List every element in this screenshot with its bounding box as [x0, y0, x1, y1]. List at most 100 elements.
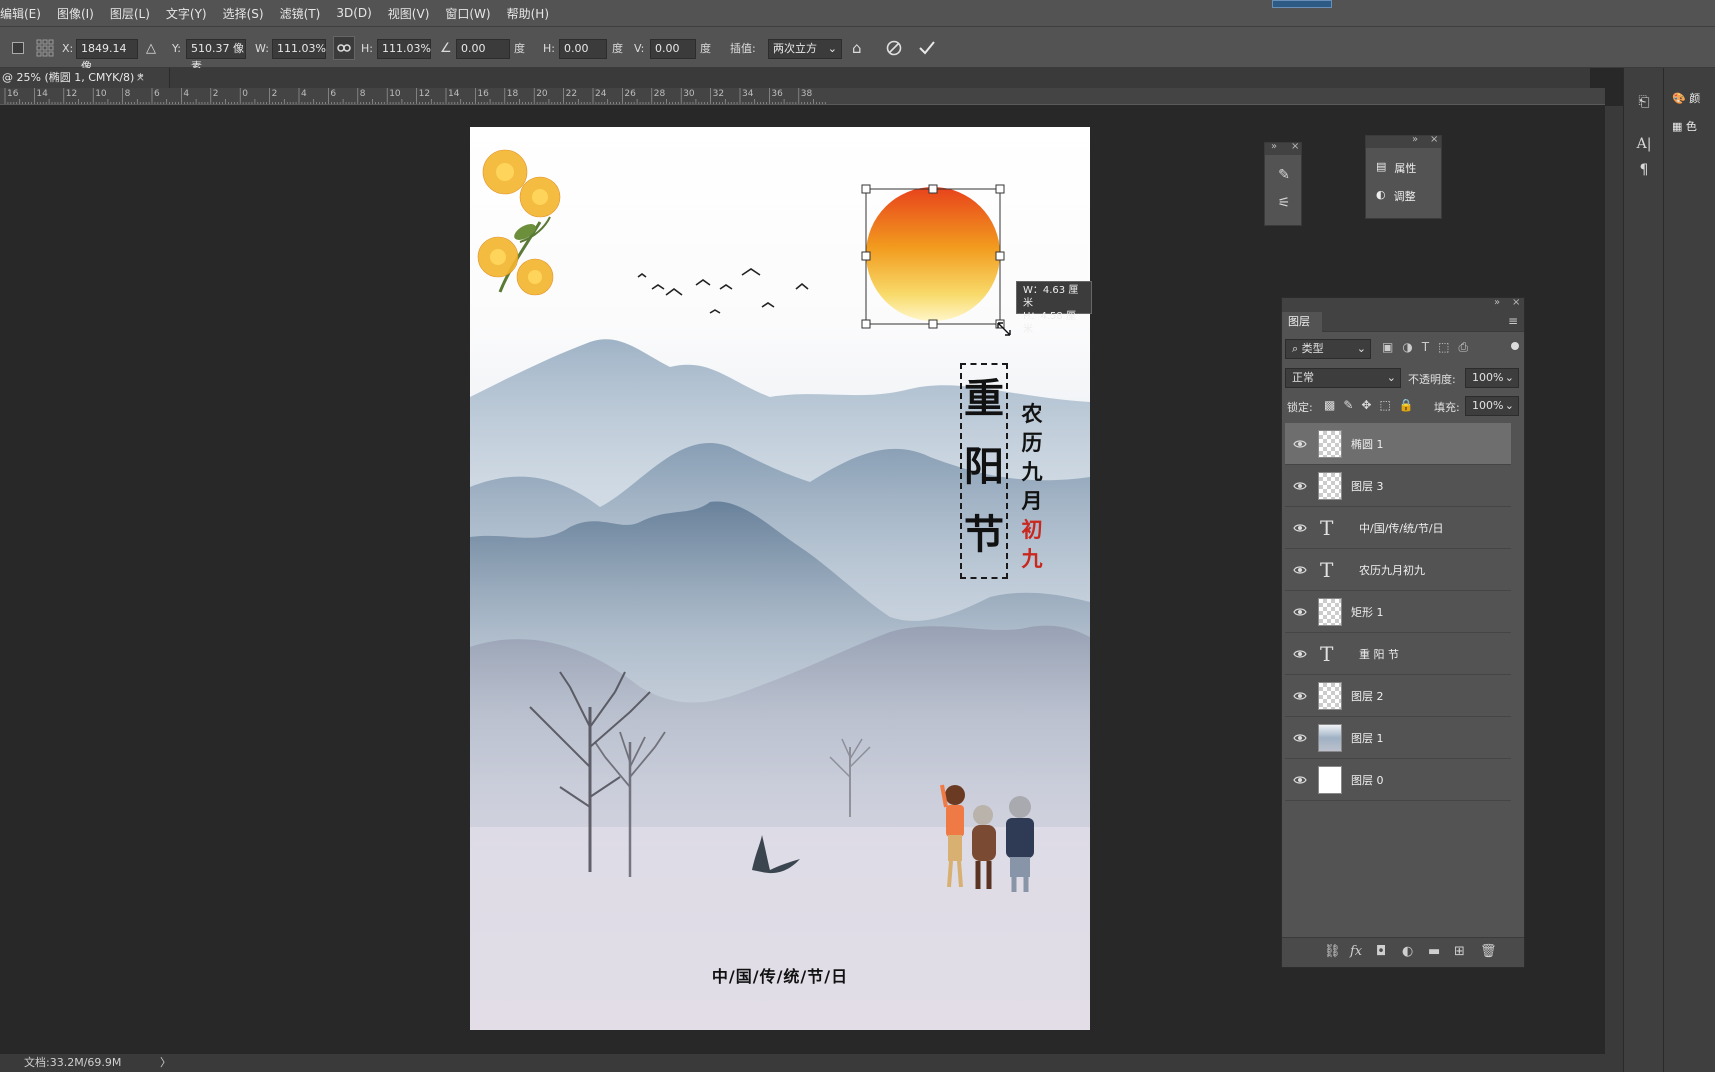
tab-layers[interactable]: 图层	[1282, 312, 1322, 332]
title-char: 重	[964, 375, 1004, 422]
eye-icon[interactable]	[1293, 563, 1307, 577]
menu-item[interactable]: 选择(S)	[215, 5, 272, 22]
bottom-caption: 中/国/传/统/节/日	[711, 967, 849, 986]
angle-field[interactable]: 0.00	[456, 39, 510, 59]
ruler-label: 34	[742, 89, 754, 99]
layers-panel: » × 图层 ≡ ⌕ 类型 ⌄ ▣◑T⬚⎙ 正常 ⌄ 不透明度: 100% ⌄ 锁定: …	[1281, 297, 1525, 968]
blend-mode-select[interactable]: 正常 ⌄	[1285, 368, 1401, 388]
w-field[interactable]: 111.03%	[272, 39, 326, 59]
close-tab-icon[interactable]: ×	[136, 68, 145, 88]
layer-row[interactable]: T 农历九月初九	[1285, 549, 1511, 591]
filter-toggle[interactable]	[1511, 342, 1519, 350]
x-field[interactable]: 1849.14 像	[76, 39, 138, 73]
link-layers-icon[interactable]: ⛓	[1324, 944, 1341, 959]
new-layer-icon[interactable]: ⊞	[1454, 944, 1465, 959]
menu-item[interactable]: 图像(I)	[49, 5, 102, 22]
layer-name[interactable]: 图层 1	[1351, 730, 1384, 746]
adjustment-layer-icon[interactable]: ◐	[1402, 944, 1413, 959]
close-icon[interactable]: ×	[1291, 141, 1299, 152]
layer-name[interactable]: 椭圆 1	[1351, 436, 1384, 452]
layer-name[interactable]: 农历九月初九	[1359, 562, 1425, 578]
hskew-field[interactable]: 0.00	[559, 39, 607, 59]
document-tab[interactable]: @ 25% (椭圆 1, CMYK/8) * ×	[0, 68, 170, 88]
menu-item[interactable]: 图层(L)	[102, 5, 158, 22]
collapse-icon[interactable]: »	[1494, 297, 1500, 308]
ruler-label: 6	[154, 89, 160, 99]
history-icon[interactable]: ⎗	[1632, 92, 1656, 112]
eye-icon[interactable]	[1293, 689, 1307, 703]
layer-row[interactable]: 椭圆 1	[1285, 423, 1511, 465]
layer-row[interactable]: 图层 2	[1285, 675, 1511, 717]
ruler-label: 0	[242, 89, 248, 99]
link-icon[interactable]	[333, 27, 355, 69]
cancel-transform-icon[interactable]	[886, 27, 902, 69]
layer-row[interactable]: T 中/国/传/统/节/日	[1285, 507, 1511, 549]
menu-item[interactable]: 帮助(H)	[499, 5, 557, 22]
eye-icon[interactable]	[1293, 479, 1307, 493]
menu-item[interactable]: 窗口(W)	[437, 5, 498, 22]
collapse-icon[interactable]: »	[1271, 141, 1277, 152]
menu-item[interactable]: 滤镜(T)	[272, 5, 329, 22]
vskew-field[interactable]: 0.00	[650, 39, 696, 59]
close-icon[interactable]: ×	[1430, 134, 1438, 145]
reference-checkbox-wrap[interactable]	[12, 27, 24, 69]
swatches-panel-label: 色	[1685, 120, 1697, 133]
layer-row[interactable]: T重 阳 节	[1285, 633, 1511, 675]
layer-name[interactable]: 矩形 1	[1351, 604, 1384, 620]
adjustments-entry[interactable]: ◐ 调整	[1376, 188, 1416, 204]
swatches-panel-entry[interactable]: ▦ 色	[1672, 118, 1697, 134]
interp-select[interactable]: 两次立方 ⌄	[768, 39, 842, 59]
layer-row[interactable]: 图层 1	[1285, 717, 1511, 759]
layer-name[interactable]: 图层 3	[1351, 478, 1384, 494]
layer-name[interactable]: 重 阳 节	[1359, 646, 1399, 662]
y-field[interactable]: 510.37 像素	[186, 39, 246, 73]
panel-menu-icon[interactable]: ≡	[1508, 314, 1518, 328]
fx-icon[interactable]: fx	[1350, 944, 1362, 959]
trash-icon[interactable]: 🗑	[1480, 944, 1497, 959]
h-field[interactable]: 111.03%	[377, 39, 431, 59]
commit-transform-icon[interactable]	[918, 27, 936, 69]
opacity-field[interactable]: 100% ⌄	[1465, 368, 1519, 388]
filter-icons[interactable]: ▣◑T⬚⎙	[1382, 340, 1477, 355]
layer-row[interactable]: 图层 3	[1285, 465, 1511, 507]
layer-name[interactable]: 图层 2	[1351, 688, 1384, 704]
layer-filter-select[interactable]: ⌕ 类型 ⌄	[1285, 339, 1371, 359]
folder-icon[interactable]: ▬	[1428, 944, 1440, 959]
layer-row[interactable]: 矩形 1	[1285, 591, 1511, 633]
reference-point-icon[interactable]	[36, 27, 54, 69]
eye-icon[interactable]	[1293, 647, 1307, 661]
tool-presets-icon[interactable]: ⚟	[1272, 193, 1296, 213]
menu-item[interactable]: 视图(V)	[380, 5, 438, 22]
fill-field[interactable]: 100% ⌄	[1465, 396, 1519, 416]
hskew-unit: 度	[612, 42, 623, 55]
reference-checkbox[interactable]	[12, 42, 24, 54]
eye-icon[interactable]	[1293, 521, 1307, 535]
menu-item[interactable]: 文字(Y)	[158, 5, 215, 22]
eye-icon[interactable]	[1293, 437, 1307, 451]
delta-icon[interactable]: △	[146, 27, 156, 69]
properties-label: 属性	[1394, 162, 1417, 175]
status-arrow-icon[interactable]: 〉	[160, 1054, 171, 1072]
layer-name[interactable]: 图层 0	[1351, 772, 1384, 788]
adjustments-icon: ◐	[1376, 188, 1386, 201]
close-icon[interactable]: ×	[1512, 297, 1520, 308]
mask-icon[interactable]: ◘	[1376, 944, 1386, 959]
eye-icon[interactable]	[1293, 773, 1307, 787]
vertical-scrollbar[interactable]	[1605, 106, 1623, 1054]
menu-item[interactable]: 3D(D)	[328, 6, 379, 20]
color-panel-entry[interactable]: 🎨 颜	[1672, 90, 1700, 106]
brush-presets-icon[interactable]: ✎	[1272, 165, 1296, 185]
eye-icon[interactable]	[1293, 731, 1307, 745]
layer-row[interactable]: 图层 0	[1285, 759, 1511, 801]
warp-icon[interactable]: ⌂	[852, 27, 862, 69]
collapse-icon[interactable]: »	[1412, 134, 1418, 145]
poster-canvas[interactable]: 重 阳 节 农 历 九 月 初 九 中/国/传/统/节/日	[470, 127, 1090, 1030]
properties-entry[interactable]: ▤ 属性	[1376, 160, 1416, 176]
subtitle-char: 九	[1021, 459, 1043, 484]
lock-icons[interactable]: ▩✎✥⬚🔒	[1324, 398, 1422, 412]
eye-icon[interactable]	[1293, 605, 1307, 619]
layer-name[interactable]: 中/国/传/统/节/日	[1359, 520, 1444, 536]
paragraph-icon[interactable]: ¶	[1632, 160, 1656, 180]
character-icon[interactable]: A|	[1632, 134, 1656, 154]
menu-item[interactable]: 编辑(E)	[0, 5, 49, 22]
